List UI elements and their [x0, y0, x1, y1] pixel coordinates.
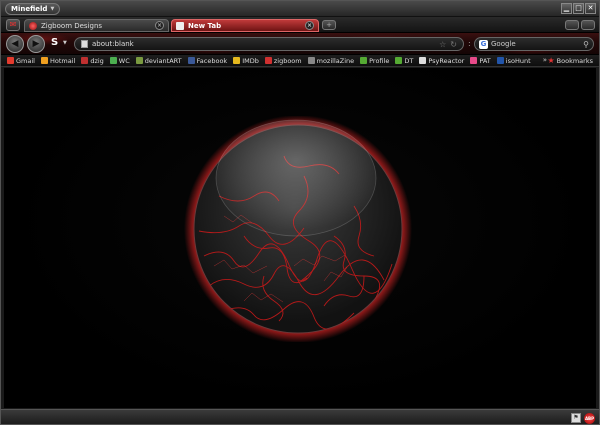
list-all-tabs-icon[interactable] [565, 20, 579, 30]
bookmark-profile[interactable]: Profile [360, 57, 389, 65]
bookmarks-menu-button[interactable]: ★ Bookmarks [548, 56, 594, 65]
dropdown-arrow-icon: ▼ [50, 6, 55, 12]
bookmarks-toolbar: Gmail Hotmail dzig WC deviantART Facebook IMDb… [1, 55, 599, 67]
bookmarks-star-icon: ★ [547, 56, 555, 65]
window-controls: ▁ □ ✕ [561, 3, 596, 14]
bookmark-favicon-icon [7, 57, 14, 64]
adblock-icon[interactable]: ABP [584, 413, 595, 424]
bookmark-label: deviantART [144, 56, 182, 65]
tab-close-icon[interactable]: × [305, 21, 314, 30]
mail-icon[interactable]: ✉ [6, 19, 20, 31]
app-menu-label: Minefield [11, 5, 48, 13]
bookmark-label: mozillaZine [316, 56, 355, 65]
bookmark-favicon-icon [264, 57, 272, 64]
zigboom-favicon-icon [29, 21, 37, 30]
bookmark-favicon-icon [40, 57, 48, 64]
star-bookmark-icon[interactable]: ☆ [439, 40, 446, 49]
bookmark-favicon-icon [109, 57, 117, 64]
page-icon [176, 21, 184, 30]
toolbar-separator: : [468, 39, 471, 48]
tab-strip: ✉ Zigboom Designs × New Tab × + [1, 17, 599, 33]
tab-label: New Tab [188, 21, 222, 30]
bookmark-mozillazine[interactable]: mozillaZine [307, 56, 355, 65]
bookmark-label: zigboom [273, 56, 302, 65]
title-bar: Minefield ▼ ▁ □ ✕ [1, 1, 599, 17]
status-bar: ⚑ ABP [1, 409, 599, 424]
red-veined-orb-image [184, 116, 412, 342]
bookmark-label: Facebook [196, 56, 228, 65]
bookmark-dt[interactable]: DT [395, 57, 413, 65]
app-menu-button[interactable]: Minefield ▼ [5, 3, 61, 15]
dropdown-arrow-icon[interactable]: ▼ [63, 40, 67, 46]
bookmark-pat[interactable]: PAT [470, 56, 491, 65]
bookmark-favicon-icon [135, 57, 143, 64]
bookmark-label: Hotmail [49, 56, 76, 65]
bookmark-favicon-icon [470, 57, 478, 64]
bookmark-favicon-icon [307, 57, 315, 64]
stylish-button[interactable]: S [51, 37, 58, 48]
page-icon [81, 40, 88, 48]
bookmark-label: PAT [479, 56, 491, 65]
page-content [4, 68, 596, 408]
bookmark-imdb[interactable]: IMDb [233, 57, 259, 65]
addon-status-icon[interactable]: ⚑ [571, 413, 581, 423]
bookmark-label: PsyReactor [428, 56, 465, 65]
search-input[interactable] [491, 40, 581, 48]
tab-close-icon[interactable]: × [155, 21, 164, 30]
bookmark-label: dzig [90, 56, 104, 65]
bookmark-isohunt[interactable]: isoHunt [496, 56, 531, 65]
google-icon[interactable]: G [479, 39, 488, 49]
bookmark-gmail[interactable]: Gmail [7, 57, 35, 65]
browser-window: Minefield ▼ ▁ □ ✕ ✉ Zigboom Designs × Ne… [0, 0, 600, 425]
bookmark-label: WC [118, 56, 130, 65]
bookmark-favicon-icon [360, 57, 368, 64]
forward-button[interactable]: ▶ [27, 35, 45, 53]
bookmark-zigboom[interactable]: zigboom [264, 56, 302, 65]
tab-overflow-icon[interactable] [581, 20, 595, 30]
reload-icon[interactable]: ↻ [450, 40, 457, 49]
bookmark-favicon-icon [419, 57, 427, 64]
bookmark-favicon-icon [233, 57, 241, 64]
tab-zigboom-designs[interactable]: Zigboom Designs × [24, 19, 169, 32]
bookmark-hotmail[interactable]: Hotmail [40, 56, 76, 65]
bookmark-label: Profile [369, 56, 390, 65]
maximize-button[interactable]: □ [573, 3, 584, 14]
bookmark-wc[interactable]: WC [109, 56, 130, 65]
bookmark-facebook[interactable]: Facebook [187, 56, 228, 65]
search-magnifier-icon[interactable]: ⚲ [583, 40, 589, 49]
bookmark-favicon-icon [395, 57, 403, 64]
bookmarks-menu-label: Bookmarks [556, 56, 593, 65]
bookmark-favicon-icon [81, 57, 89, 64]
close-button[interactable]: ✕ [585, 3, 596, 14]
search-bar[interactable]: G ⚲ [474, 37, 594, 51]
bookmark-label: isoHunt [505, 56, 531, 65]
bookmark-favicon-icon [187, 57, 195, 64]
url-bar-icons: ☆ ↻ [439, 40, 457, 49]
new-tab-button[interactable]: + [322, 20, 336, 30]
tab-label: Zigboom Designs [41, 21, 103, 30]
back-button[interactable]: ◀ [6, 35, 24, 53]
bookmark-label: IMDb [242, 56, 259, 65]
bookmark-dzig[interactable]: dzig [81, 56, 104, 65]
url-input[interactable] [92, 40, 436, 48]
bookmark-deviantart[interactable]: deviantART [135, 56, 182, 65]
url-bar[interactable]: ☆ ↻ [74, 37, 464, 51]
tab-new-tab[interactable]: New Tab × [171, 19, 319, 32]
bookmarks-overflow-chevron-icon[interactable]: » [543, 56, 547, 64]
bookmark-psyreactor[interactable]: PsyReactor [419, 57, 464, 65]
bookmark-favicon-icon [496, 57, 504, 64]
bookmark-label: DT [404, 56, 414, 65]
bookmark-label: Gmail [16, 56, 35, 65]
navigation-toolbar: ◀ ▶ S ▼ ☆ ↻ : G ⚲ [1, 33, 599, 55]
minimize-button[interactable]: ▁ [561, 3, 572, 14]
